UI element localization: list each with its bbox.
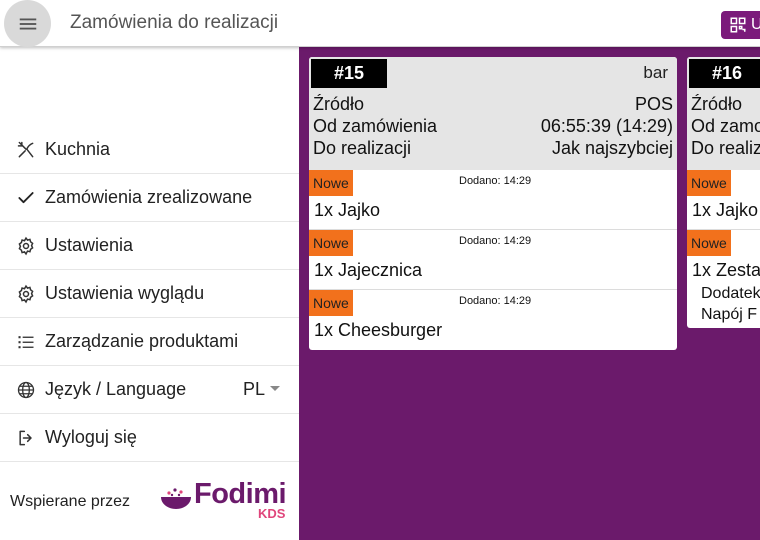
order-item[interactable]: Nowe Dodano: 14:29 1x Jajko bbox=[309, 170, 677, 230]
nav-item-product-management[interactable]: Zarządzanie produktami bbox=[0, 318, 299, 366]
nav-item-logout[interactable]: Wyloguj się bbox=[0, 414, 299, 462]
added-time: Dodano: 14:29 bbox=[459, 175, 532, 187]
list-icon bbox=[15, 331, 37, 353]
top-action-label: U bbox=[751, 16, 760, 33]
order-card[interactable]: #16 Źródło Od zamo Do realiz Nowe 1x Jaj… bbox=[687, 57, 760, 328]
nav-item-appearance-settings[interactable]: Ustawienia wyglądu bbox=[0, 270, 299, 318]
since-value: 06:55:39 (14:29) bbox=[540, 116, 673, 136]
nav-label: Kuchnia bbox=[45, 139, 111, 159]
order-since-row: Od zamówienia 06:55:39 (14:29) bbox=[313, 116, 673, 137]
gear-icon bbox=[15, 235, 37, 257]
due-value: Jak najszybciej bbox=[551, 138, 673, 158]
globe-icon bbox=[15, 379, 37, 401]
powered-by-label: Wspierane przez bbox=[10, 493, 131, 510]
qr-icon bbox=[730, 17, 746, 33]
bowl-icon bbox=[161, 488, 191, 509]
item-modifier: Dodatek bbox=[701, 285, 760, 302]
fodimi-logo: Fodimi KDS bbox=[160, 478, 292, 522]
order-since-row: Od zamo bbox=[691, 116, 760, 137]
gear-icon bbox=[15, 283, 37, 305]
status-badge: Nowe bbox=[687, 230, 731, 256]
added-time: Dodano: 14:29 bbox=[459, 295, 532, 307]
page-title: Zamówienia do realizacji bbox=[70, 12, 279, 33]
item-name: 1x Cheesburger bbox=[314, 320, 443, 340]
nav-item-settings[interactable]: Ustawienia bbox=[0, 222, 299, 270]
nav-label: Zamówienia zrealizowane bbox=[45, 187, 253, 207]
nav-item-language[interactable]: Język / Language PL bbox=[0, 366, 299, 414]
due-label: Do realiz bbox=[691, 138, 760, 158]
order-due-row: Do realizacji Jak najszybciej bbox=[313, 138, 673, 159]
nav-label: Język / Language bbox=[45, 379, 187, 399]
nav-label: Zarządzanie produktami bbox=[45, 331, 239, 351]
nav-item-completed-orders[interactable]: Zamówienia zrealizowane bbox=[0, 174, 299, 222]
item-name: 1x Jajko bbox=[314, 200, 381, 220]
item-name: 1x Jajko bbox=[692, 200, 759, 220]
logout-icon bbox=[15, 427, 37, 449]
check-icon bbox=[15, 187, 37, 209]
order-card[interactable]: #15 bar Źródło POS Od zamówienia 06:55:3… bbox=[309, 57, 677, 350]
order-item[interactable]: Nowe 1x Zesta Dodatek Napój F bbox=[687, 230, 760, 328]
status-badge: Nowe bbox=[309, 230, 353, 256]
order-header: #16 Źródło Od zamo Do realiz bbox=[687, 57, 760, 170]
item-name: 1x Jajecznica bbox=[314, 260, 423, 280]
source-value: POS bbox=[634, 94, 673, 114]
nav-label: Ustawienia bbox=[45, 235, 134, 255]
item-modifier: Napój F bbox=[701, 306, 758, 323]
order-source-row: Źródło bbox=[691, 94, 760, 115]
nav-item-kitchen[interactable]: Kuchnia bbox=[0, 126, 299, 174]
status-badge: Nowe bbox=[687, 170, 731, 196]
order-source-row: Źródło POS bbox=[313, 94, 673, 115]
source-label: Źródło bbox=[313, 94, 365, 114]
order-header: #15 bar Źródło POS Od zamówienia 06:55:3… bbox=[309, 57, 677, 170]
source-label: Źródło bbox=[691, 94, 743, 114]
order-station: bar bbox=[643, 63, 668, 82]
hamburger-icon bbox=[19, 18, 36, 29]
menu-button[interactable] bbox=[4, 0, 51, 47]
language-select[interactable]: PL bbox=[243, 379, 265, 400]
order-due-row: Do realiz bbox=[691, 138, 760, 159]
order-item[interactable]: Nowe 1x Jajko bbox=[687, 170, 760, 230]
logo-subtitle: KDS bbox=[258, 506, 286, 521]
order-item[interactable]: Nowe Dodano: 14:29 1x Cheesburger bbox=[309, 290, 677, 350]
since-label: Od zamówienia bbox=[313, 116, 438, 136]
app-bar: Zamówienia do realizacji U bbox=[0, 0, 760, 47]
status-badge: Nowe bbox=[309, 290, 353, 316]
order-number: #16 bbox=[689, 59, 760, 88]
status-badge: Nowe bbox=[309, 170, 353, 196]
added-time: Dodano: 14:29 bbox=[459, 235, 532, 247]
order-item[interactable]: Nowe Dodano: 14:29 1x Jajecznica bbox=[309, 230, 677, 290]
order-number: #15 bbox=[311, 59, 387, 88]
navigation-drawer: Kuchnia Zamówienia zrealizowane Ustawien… bbox=[0, 47, 299, 540]
since-label: Od zamo bbox=[691, 116, 760, 136]
nav-label: Ustawienia wyglądu bbox=[45, 283, 205, 303]
utensils-icon bbox=[15, 139, 37, 161]
item-name: 1x Zesta bbox=[692, 260, 760, 280]
chevron-down-icon[interactable] bbox=[270, 386, 280, 391]
due-label: Do realizacji bbox=[313, 138, 412, 158]
top-action-button[interactable]: U bbox=[721, 11, 760, 39]
nav-label: Wyloguj się bbox=[45, 427, 137, 447]
